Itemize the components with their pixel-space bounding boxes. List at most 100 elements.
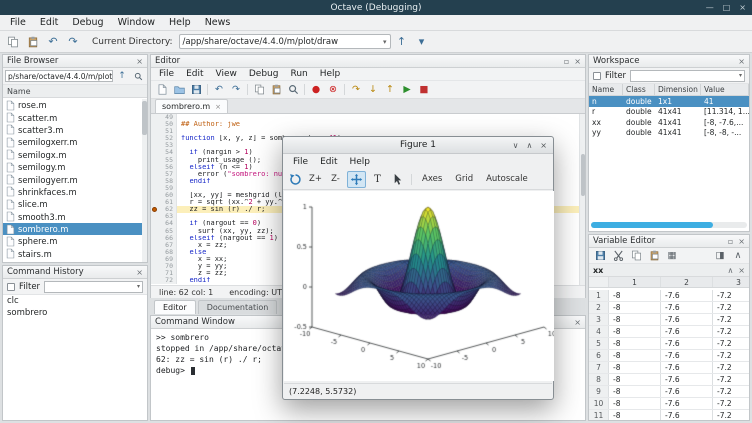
- undock-icon[interactable]: ▫: [728, 237, 733, 246]
- current-directory-combo[interactable]: /app/share/octave/4.4.0/m/plot/draw ▾: [179, 34, 391, 49]
- toggle-breakpoint-icon[interactable]: ●: [308, 82, 324, 97]
- remove-breakpoints-icon[interactable]: ⊗: [325, 82, 341, 97]
- window-titlebar[interactable]: Octave (Debugging) — □ ×: [0, 0, 752, 15]
- line-number[interactable]: 52: [151, 135, 177, 142]
- line-number[interactable]: 72: [151, 277, 177, 284]
- file-item[interactable]: rose.m: [3, 99, 147, 111]
- history-item[interactable]: clc: [3, 295, 147, 307]
- variable-cell[interactable]: -7.6: [661, 398, 713, 409]
- code-line[interactable]: 49: [151, 114, 585, 121]
- variable-cell[interactable]: -7.6: [661, 314, 713, 325]
- paste-button[interactable]: [24, 33, 42, 50]
- close-icon[interactable]: ×: [738, 57, 745, 66]
- variable-cell[interactable]: -7.2: [713, 326, 749, 337]
- ve-column-1[interactable]: 1: [609, 277, 661, 287]
- editor-menu-run[interactable]: Run: [284, 69, 313, 79]
- cut-icon[interactable]: [610, 248, 626, 263]
- file-browser-name-header[interactable]: Name: [3, 85, 147, 98]
- line-number[interactable]: 55: [151, 157, 177, 164]
- file-item[interactable]: sombrero.m: [3, 223, 147, 235]
- undo-button[interactable]: ↶: [44, 33, 62, 50]
- line-number[interactable]: 68: [151, 249, 177, 256]
- variable-cell[interactable]: -8: [609, 398, 661, 409]
- ve-row-header[interactable]: 5: [589, 338, 609, 349]
- filter-checkbox[interactable]: [7, 283, 15, 291]
- save-button[interactable]: [188, 82, 204, 97]
- ve-column-2[interactable]: 2: [661, 277, 713, 287]
- ve-row-header[interactable]: 4: [589, 326, 609, 337]
- search-icon[interactable]: [131, 70, 145, 83]
- minimize-icon[interactable]: —: [706, 3, 714, 12]
- column-header-dimension[interactable]: Dimension: [655, 84, 701, 95]
- text-tool-icon[interactable]: T: [369, 171, 386, 188]
- editor-menu-file[interactable]: File: [153, 69, 180, 79]
- editor-menu-debug[interactable]: Debug: [243, 69, 285, 79]
- variable-cell[interactable]: -7.6: [661, 326, 713, 337]
- variable-cell[interactable]: -8: [609, 314, 661, 325]
- file-item[interactable]: semilogy.m: [3, 161, 147, 173]
- variable-tab-xx[interactable]: xx: [593, 266, 603, 275]
- filter-checkbox[interactable]: [593, 72, 601, 80]
- column-header-name[interactable]: Name: [589, 84, 623, 95]
- ve-row-header[interactable]: 10: [589, 398, 609, 409]
- column-header-value[interactable]: Value: [701, 84, 749, 95]
- variable-cell[interactable]: -7.2: [713, 374, 749, 385]
- file-item[interactable]: shrinkfaces.m: [3, 186, 147, 198]
- line-number[interactable]: 57: [151, 171, 177, 178]
- ve-row-header[interactable]: 7: [589, 362, 609, 373]
- variable-cell[interactable]: -8: [609, 362, 661, 373]
- undock-icon[interactable]: ▫: [564, 57, 569, 66]
- code-line[interactable]: 51: [151, 128, 585, 135]
- save-variable-icon[interactable]: [592, 248, 608, 263]
- close-icon[interactable]: ×: [136, 268, 143, 277]
- close-icon[interactable]: ×: [738, 266, 745, 275]
- file-browser-scrollbar[interactable]: [142, 99, 147, 262]
- variable-cell[interactable]: -8: [609, 374, 661, 385]
- line-number[interactable]: 58: [151, 178, 177, 185]
- paste-icon[interactable]: [268, 82, 284, 97]
- editor-menu-help[interactable]: Help: [314, 69, 347, 79]
- menu-help[interactable]: Help: [162, 17, 198, 28]
- grid-button[interactable]: Grid: [450, 171, 478, 188]
- workspace-row[interactable]: ndouble1x141: [589, 96, 749, 107]
- editor-scrollbar[interactable]: [579, 114, 585, 285]
- rotate-icon[interactable]: [287, 171, 304, 188]
- variable-cell[interactable]: -7.2: [713, 338, 749, 349]
- line-number[interactable]: 70: [151, 263, 177, 270]
- paste-icon[interactable]: [646, 248, 662, 263]
- step-out-icon[interactable]: ↑: [382, 82, 398, 97]
- directory-up-button[interactable]: ↑: [393, 33, 411, 50]
- variable-cell[interactable]: -8: [609, 338, 661, 349]
- up-icon[interactable]: ∧: [727, 266, 733, 275]
- file-item[interactable]: scatter.m: [3, 111, 147, 123]
- file-item[interactable]: stairs.m: [3, 248, 147, 260]
- open-file-button[interactable]: [171, 82, 187, 97]
- continue-icon[interactable]: ▶: [399, 82, 415, 97]
- new-script-button[interactable]: [154, 82, 170, 97]
- split-view-icon[interactable]: ◨: [712, 248, 728, 263]
- menu-file[interactable]: File: [3, 17, 33, 28]
- ve-column-3[interactable]: 3: [713, 277, 752, 287]
- code-line[interactable]: 50## Author: jwe: [151, 121, 585, 128]
- line-number[interactable]: 65: [151, 228, 177, 235]
- file-browser-path-combo[interactable]: p/share/octave/4.4.0/m/plot/draw ▾: [5, 70, 113, 82]
- variable-cell[interactable]: -7.6: [661, 302, 713, 313]
- close-icon[interactable]: ×: [136, 57, 143, 66]
- file-item[interactable]: scatter3.m: [3, 124, 147, 136]
- editor-menu-view[interactable]: View: [210, 69, 243, 79]
- variable-cell[interactable]: -7.2: [713, 386, 749, 397]
- line-number[interactable]: 69: [151, 256, 177, 263]
- menu-news[interactable]: News: [198, 17, 238, 28]
- redo-button[interactable]: ↷: [64, 33, 82, 50]
- line-number[interactable]: 67: [151, 242, 177, 249]
- copy-icon[interactable]: [251, 82, 267, 97]
- minimize-icon[interactable]: ∨: [513, 141, 519, 150]
- plot-variable-icon[interactable]: ▦: [664, 248, 680, 263]
- copy-icon[interactable]: [628, 248, 644, 263]
- line-number[interactable]: 71: [151, 270, 177, 277]
- variable-cell[interactable]: -7.2: [713, 290, 749, 301]
- line-number[interactable]: 50: [151, 121, 177, 128]
- variable-cell[interactable]: -7.2: [713, 350, 749, 361]
- dock-tab-editor[interactable]: Editor: [154, 300, 196, 314]
- variable-cell[interactable]: -7.6: [661, 350, 713, 361]
